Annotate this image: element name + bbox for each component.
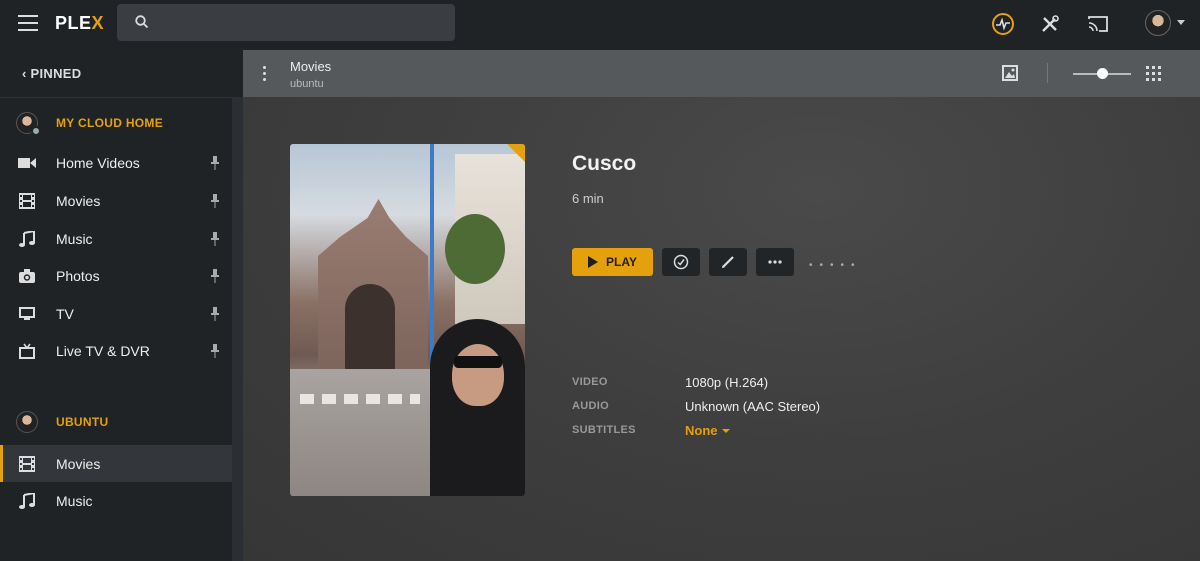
sidebar-item-home-videos[interactable]: Home Videos <box>0 144 232 181</box>
pin-icon[interactable] <box>210 307 220 321</box>
sidebar-item-tv[interactable]: TV <box>0 295 232 332</box>
item-detail: Cusco 6 min PLAY ••••• VIDEO 1080p (H.26… <box>243 97 1200 561</box>
subtitles-label: SUBTITLES <box>572 424 636 436</box>
library-header: Movies ubuntu <box>243 50 1200 97</box>
slider-thumb[interactable] <box>1096 68 1108 79</box>
video-label: VIDEO <box>572 376 608 388</box>
check-circle-icon <box>673 254 689 270</box>
chevron-down-icon <box>721 429 730 433</box>
play-icon <box>588 256 599 268</box>
music-note-icon <box>17 230 37 248</box>
divider <box>1047 63 1048 83</box>
cast-icon[interactable] <box>1084 10 1112 38</box>
sidebar-item-photos[interactable]: Photos <box>0 257 232 294</box>
mark-watched-button[interactable] <box>662 248 700 276</box>
music-note-icon <box>17 492 37 510</box>
edit-button[interactable] <box>709 248 747 276</box>
library-title: Movies <box>290 59 332 74</box>
video-value: 1080p (H.264) <box>685 375 769 390</box>
film-icon <box>17 192 37 210</box>
plex-logo[interactable]: PLEX <box>55 13 104 34</box>
play-button[interactable]: PLAY <box>572 248 653 276</box>
server-ubuntu[interactable]: UBUNTU <box>0 403 232 441</box>
film-icon <box>17 455 37 473</box>
activity-icon[interactable] <box>989 10 1017 38</box>
more-horizontal-icon <box>768 260 782 264</box>
monitor-icon <box>17 305 37 323</box>
image-view-icon[interactable] <box>1002 65 1018 81</box>
sidebar-item-ubuntu-movies[interactable]: Movies <box>0 445 232 482</box>
audio-label: AUDIO <box>572 400 609 412</box>
tv-antenna-icon <box>17 342 37 360</box>
server-my-cloud-home[interactable]: MY CLOUD HOME <box>0 104 232 142</box>
sidebar-item-music[interactable]: Music <box>0 220 232 257</box>
unwatched-corner-badge <box>507 144 525 162</box>
chevron-left-icon: ‹ <box>22 66 31 81</box>
pin-icon[interactable] <box>210 156 220 170</box>
avatar <box>16 411 38 433</box>
settings-tools-icon[interactable] <box>1036 10 1064 38</box>
pinned-back-button[interactable]: ‹ PINNED <box>22 66 81 81</box>
pencil-icon <box>722 256 734 268</box>
audio-value: Unknown (AAC Stereo) <box>685 399 821 414</box>
top-bar: PLEX <box>0 0 1200 50</box>
sidebar-scrollbar[interactable] <box>232 97 243 561</box>
poster-size-slider[interactable] <box>1073 67 1131 81</box>
camera-icon <box>17 267 37 285</box>
grid-view-icon[interactable] <box>1146 66 1161 81</box>
subtitles-dropdown[interactable]: None <box>685 423 730 438</box>
sidebar-item-movies[interactable]: Movies <box>0 182 232 219</box>
search-icon <box>135 15 149 29</box>
video-camera-icon <box>17 154 37 172</box>
pin-icon[interactable] <box>210 344 220 358</box>
item-title: Cusco <box>572 152 637 175</box>
sidebar-item-ubuntu-music[interactable]: Music <box>0 482 232 519</box>
sidebar: ‹ PINNED MY CLOUD HOME Home Videos Movie… <box>0 50 243 561</box>
pin-icon[interactable] <box>210 232 220 246</box>
more-vertical-icon[interactable] <box>263 66 269 82</box>
chevron-down-icon[interactable] <box>1177 20 1185 25</box>
loading-dots-icon: ••••• <box>809 260 862 271</box>
more-button[interactable] <box>756 248 794 276</box>
library-server: ubuntu <box>290 78 324 90</box>
user-avatar[interactable] <box>1145 10 1171 36</box>
poster-image[interactable] <box>290 144 525 496</box>
divider <box>0 97 243 98</box>
pin-icon[interactable] <box>210 269 220 283</box>
cloud-badge-icon <box>31 126 41 136</box>
search-input[interactable] <box>117 4 455 41</box>
menu-icon[interactable] <box>18 15 38 31</box>
item-duration: 6 min <box>572 191 604 206</box>
pin-icon[interactable] <box>210 194 220 208</box>
sidebar-item-live-tv-dvr[interactable]: Live TV & DVR <box>0 332 232 369</box>
